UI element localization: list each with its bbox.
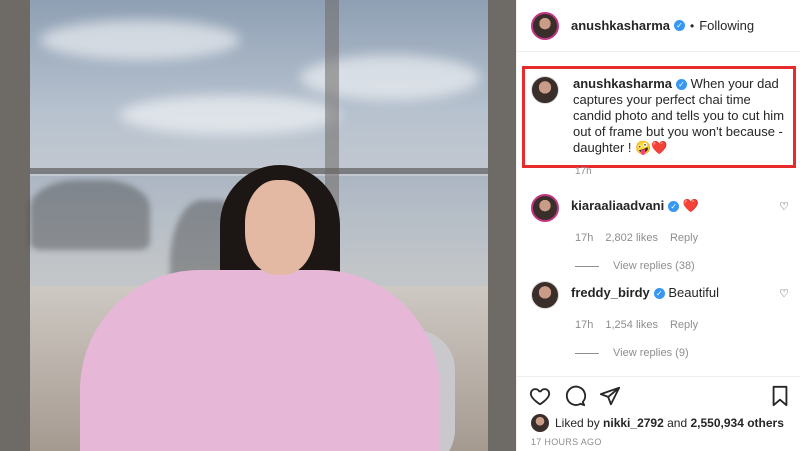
share-icon[interactable] xyxy=(599,385,621,407)
likes-prefix: Liked by xyxy=(555,416,600,430)
view-replies[interactable]: View replies (9) xyxy=(575,347,791,359)
comment-icon[interactable] xyxy=(564,385,586,407)
window-frame xyxy=(488,0,516,451)
likes-others[interactable]: 2,550,934 others xyxy=(690,416,783,430)
comment-likes[interactable]: 2,802 likes xyxy=(605,232,658,244)
comment-text-block: kiaraaliaadvani ✓ ❤️ xyxy=(571,198,699,214)
window-frame xyxy=(0,0,30,451)
person-face xyxy=(245,180,315,275)
separator-dot: • xyxy=(690,18,695,33)
comment-item: freddy_birdy ✓ Beautiful ♡ 17h 1,254 like… xyxy=(531,281,791,359)
comment-time: 17h xyxy=(575,319,594,331)
likes-connector: and xyxy=(667,416,688,430)
reflection-shadow xyxy=(30,180,150,250)
replies-line xyxy=(575,265,599,267)
verified-icon: ✓ xyxy=(653,288,665,300)
caption-time: 17h xyxy=(575,166,592,177)
author-avatar[interactable] xyxy=(531,11,559,40)
comment-avatar[interactable] xyxy=(531,281,559,309)
comment-meta: 17h 1,254 likes Reply xyxy=(575,319,791,331)
caption: anushkasharma ✓ When your dad captures yo… xyxy=(531,76,791,156)
comment-like-heart-icon[interactable]: ♡ xyxy=(779,200,789,213)
comment-text-block: freddy_birdy ✓ Beautiful xyxy=(571,285,719,301)
liker-username[interactable]: nikki_2792 xyxy=(603,416,664,430)
cloud xyxy=(40,20,240,60)
caption-avatar[interactable] xyxy=(531,76,559,104)
bookmark-icon[interactable] xyxy=(769,385,791,407)
comment-likes[interactable]: 1,254 likes xyxy=(605,319,658,331)
comment-avatar[interactable] xyxy=(531,194,559,222)
replies-line xyxy=(575,352,599,354)
view-replies-label[interactable]: View replies (9) xyxy=(613,347,689,359)
comment-like-heart-icon[interactable]: ♡ xyxy=(779,287,789,300)
cloud xyxy=(120,95,340,135)
likes-summary: Liked by nikki_2792 and 2,550,934 others xyxy=(531,414,784,432)
person-body xyxy=(80,270,440,451)
action-bar xyxy=(517,376,800,412)
caption-text-block: anushkasharma ✓ When your dad captures yo… xyxy=(573,76,791,156)
view-replies[interactable]: View replies (38) xyxy=(575,260,791,272)
post-header: anushkasharma ✓ • Following xyxy=(517,0,800,52)
comment-meta: 17h 2,802 likes Reply xyxy=(575,232,791,244)
verified-icon: ✓ xyxy=(674,20,685,31)
comment-username[interactable]: kiaraaliaadvani xyxy=(571,198,664,213)
comment-time: 17h xyxy=(575,232,594,244)
posted-time: 17 HOURS AGO xyxy=(531,437,602,447)
heart-icon[interactable] xyxy=(529,385,551,407)
reply-button[interactable]: Reply xyxy=(670,319,698,331)
caption-username[interactable]: anushkasharma xyxy=(573,76,672,91)
view-replies-label[interactable]: View replies (38) xyxy=(613,260,695,272)
liker-avatar[interactable] xyxy=(531,414,549,432)
comment-username[interactable]: freddy_birdy xyxy=(571,285,650,300)
post-photo[interactable] xyxy=(0,0,516,451)
comment-text: Beautiful xyxy=(668,285,719,300)
verified-icon: ✓ xyxy=(668,201,680,213)
comment-item: kiaraaliaadvani ✓ ❤️ ♡ 17h 2,802 likes Re… xyxy=(531,194,791,272)
post-panel: anushkasharma ✓ • Following anushkasharm… xyxy=(516,0,800,451)
comment-text: ❤️ xyxy=(682,198,700,213)
author-username[interactable]: anushkasharma xyxy=(571,18,670,33)
follow-status[interactable]: Following xyxy=(699,18,754,33)
verified-icon: ✓ xyxy=(676,79,687,91)
reply-button[interactable]: Reply xyxy=(670,232,698,244)
